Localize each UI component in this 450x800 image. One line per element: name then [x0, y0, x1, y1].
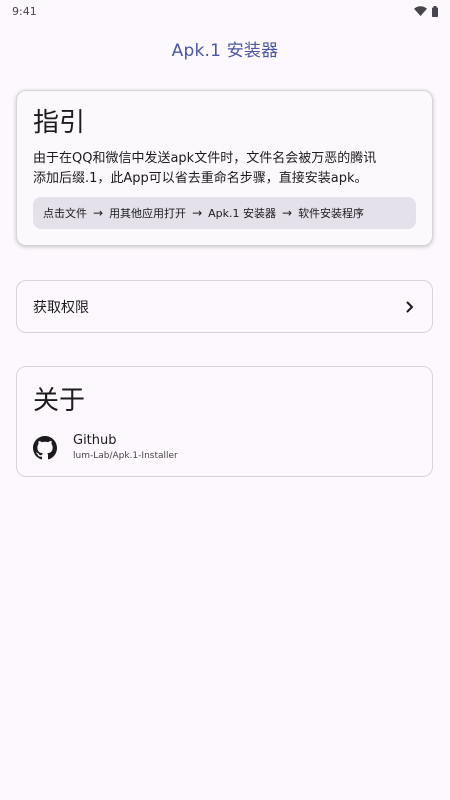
status-time: 9:41: [12, 4, 37, 18]
github-link[interactable]: Github lum-Lab/Apk.1-Installer: [33, 433, 416, 463]
steps-bar: 点击文件 → 用其他应用打开 → Apk.1 安装器 → 软件安装程序: [33, 197, 416, 229]
get-permission-button[interactable]: 获取权限: [16, 280, 433, 333]
about-title: 关于: [33, 386, 86, 416]
step-installer: Apk.1 安装器: [208, 207, 276, 220]
github-icon: [33, 436, 57, 460]
permission-label: 获取权限: [33, 299, 89, 316]
guide-body-line-1: 由于在QQ和微信中发送apk文件时，文件名会被万恶的腾讯: [33, 151, 377, 166]
wifi-icon: [414, 6, 427, 16]
status-icons: [414, 5, 438, 17]
status-bar: 9:41: [0, 0, 450, 22]
guide-body: 由于在QQ和微信中发送apk文件时，文件名会被万恶的腾讯 添加后缀.1，此App…: [33, 149, 416, 189]
app-bar: Apk.1 安装器: [0, 22, 450, 74]
guide-body-line-2: 添加后缀.1，此App可以省去重命名步骤，直接安装apk。: [33, 171, 368, 186]
github-text: Github lum-Lab/Apk.1-Installer: [73, 433, 178, 463]
step-open-file: 点击文件: [43, 207, 87, 220]
battery-icon: [432, 5, 438, 17]
arrow-icon: →: [282, 206, 293, 220]
github-name: Github: [73, 433, 117, 448]
about-card: 关于 Github lum-Lab/Apk.1-Installer: [16, 366, 433, 477]
step-package-installer: 软件安装程序: [298, 207, 365, 220]
app-title: Apk.1 安装器: [171, 40, 279, 61]
guide-title: 指引: [33, 108, 86, 138]
github-repo: lum-Lab/Apk.1-Installer: [73, 451, 178, 461]
guide-card: 指引 由于在QQ和微信中发送apk文件时，文件名会被万恶的腾讯 添加后缀.1，此…: [16, 90, 433, 246]
chevron-right-icon: [406, 301, 413, 312]
arrow-icon: →: [192, 206, 203, 220]
step-open-with: 用其他应用打开: [109, 207, 187, 220]
arrow-icon: →: [93, 206, 104, 220]
